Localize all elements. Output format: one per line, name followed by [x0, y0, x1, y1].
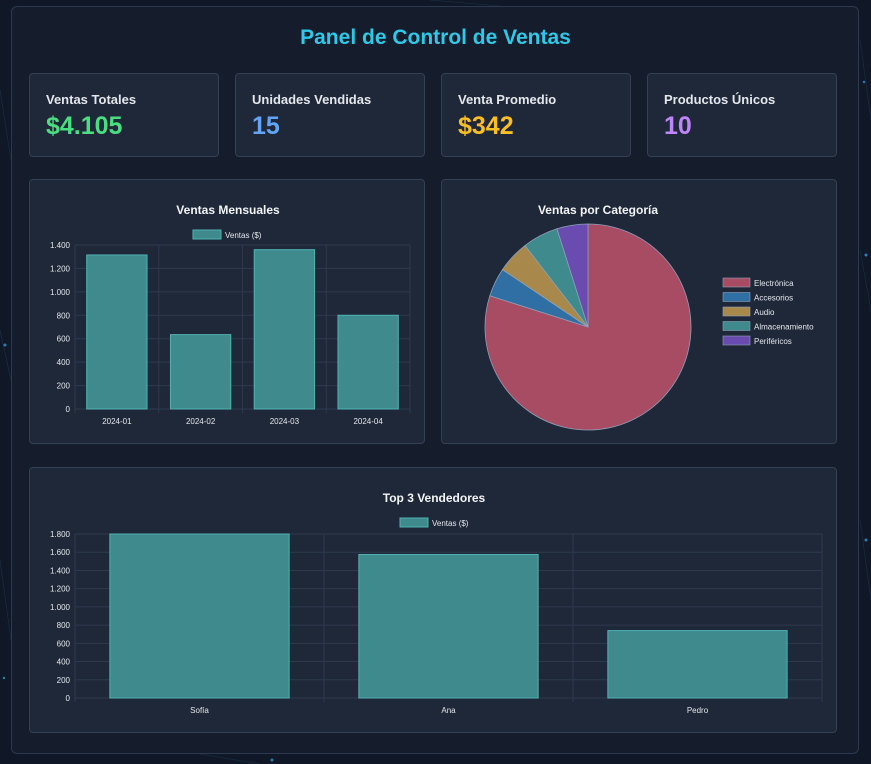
chart-title: Ventas por Categoría [538, 203, 658, 217]
y-tick-label: 200 [57, 382, 71, 391]
legend-label: Periféricos [754, 337, 792, 346]
y-tick-label: 400 [57, 658, 71, 667]
y-tick-label: 400 [57, 358, 71, 367]
monthly-sales-chart: Ventas Mensuales Ventas ($) 0 200 400 600 800 1… [50, 203, 411, 426]
legend-label: Accesorios [754, 294, 793, 303]
x-tick-label: 2024-02 [186, 417, 216, 426]
page-title: Panel de Control de Ventas [300, 26, 571, 49]
stat-value: 15 [252, 112, 280, 140]
y-tick-label: 1.800 [50, 530, 71, 539]
legend-swatch [192, 229, 222, 240]
legend-label: Electrónica [754, 279, 794, 288]
chart-card-category-sales: Ventas por Categoría Electrónica Accesorio… [441, 179, 837, 444]
bar [337, 314, 399, 410]
chart-card-top-sellers: Top 3 Vendedores Ventas ($) 0 200 400 600 800 1… [29, 467, 837, 733]
stat-card-total-sales: Ventas Totales $4.105 [29, 73, 219, 157]
y-tick-label: 600 [57, 639, 71, 648]
stat-label: Venta Promedio [458, 92, 557, 107]
legend-label: Ventas ($) [432, 519, 469, 528]
chart-card-monthly-sales: Ventas Mensuales Ventas ($) 0 200 400 600 800 1… [29, 179, 425, 444]
legend-swatch [722, 292, 751, 302]
legend-swatch [722, 335, 751, 346]
stat-card-average-sale: Venta Promedio $342 [441, 73, 631, 157]
bar [169, 334, 232, 410]
x-tick-label: Sofía [190, 706, 209, 715]
chart-title: Ventas Mensuales [176, 203, 280, 217]
stat-label: Unidades Vendidas [252, 92, 372, 107]
y-tick-label: 1.400 [50, 241, 71, 250]
x-tick-label: 2024-01 [102, 417, 132, 426]
y-tick-label: 200 [57, 676, 71, 685]
stat-value: $342 [458, 112, 514, 140]
stat-card-units-sold: Unidades Vendidas 15 [235, 73, 425, 157]
y-tick-label: 1.200 [50, 585, 71, 594]
legend-label: Almacenamiento [754, 323, 814, 332]
y-tick-label: 1.400 [50, 566, 71, 575]
legend-label: Ventas ($) [225, 231, 262, 240]
stat-value: $4.105 [46, 112, 123, 140]
bar [358, 554, 539, 699]
stat-label: Productos Únicos [664, 92, 776, 107]
x-tick-label: 2024-04 [353, 417, 383, 426]
legend-swatch [722, 321, 751, 331]
category-sales-chart: Ventas por Categoría Electrónica Accesorio… [484, 203, 814, 431]
y-tick-label: 1.200 [50, 264, 71, 273]
chart-title: Top 3 Vendedores [383, 491, 486, 505]
legend-label: Audio [754, 308, 775, 317]
y-tick-label: 800 [57, 311, 71, 320]
stat-value: 10 [664, 112, 692, 140]
y-tick-label: 0 [66, 405, 71, 414]
legend-swatch [722, 277, 751, 288]
top-sellers-chart: Top 3 Vendedores Ventas ($) 0 200 400 600 800 1… [50, 491, 823, 715]
y-tick-label: 1.600 [50, 548, 71, 557]
legend-swatch [399, 517, 429, 528]
y-tick-label: 800 [57, 621, 71, 630]
bar [253, 249, 316, 410]
y-tick-label: 1.000 [50, 603, 71, 612]
stat-card-unique-products: Productos Únicos 10 [647, 73, 837, 157]
bar [607, 630, 788, 699]
y-tick-label: 600 [57, 335, 71, 344]
x-tick-label: Ana [441, 706, 456, 715]
y-tick-label: 0 [66, 694, 71, 703]
stat-label: Ventas Totales [46, 92, 137, 107]
legend-swatch [722, 306, 751, 317]
bar [109, 533, 290, 699]
y-tick-label: 1.000 [50, 288, 71, 297]
x-tick-label: Pedro [687, 706, 709, 715]
x-tick-label: 2024-03 [270, 417, 300, 426]
bar [86, 254, 148, 410]
